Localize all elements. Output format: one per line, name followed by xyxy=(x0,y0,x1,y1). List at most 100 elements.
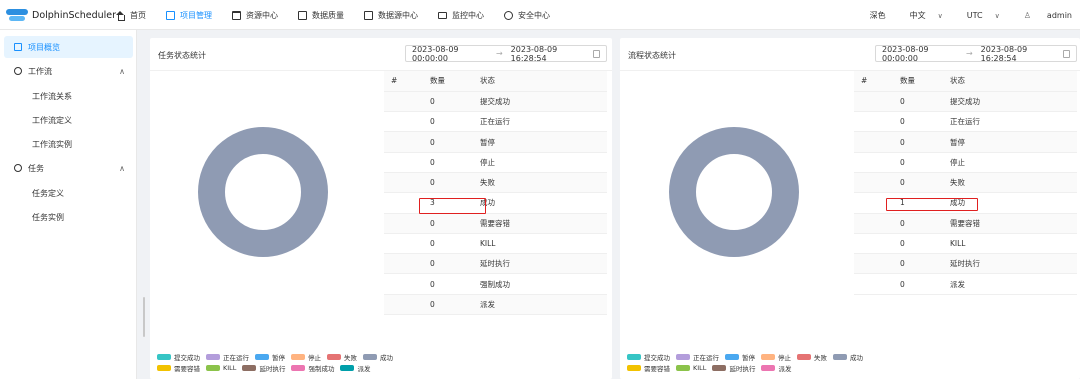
legend-swatch xyxy=(761,364,776,371)
sidebar-group-workflow[interactable]: 工作流 ∧ xyxy=(0,60,137,82)
nav-item-6[interactable]: 安全中心 xyxy=(504,10,550,21)
column-header: 数量 xyxy=(892,71,950,92)
state-cell: 暂停 xyxy=(950,131,1077,153)
sidebar-group-task[interactable]: 任务 ∧ xyxy=(0,157,137,179)
legend-item[interactable]: 失败 xyxy=(797,352,827,362)
legend-item[interactable]: 暂停 xyxy=(725,352,755,362)
column-header: 状态 xyxy=(950,71,1077,92)
legend-item[interactable]: 需要容错 xyxy=(157,363,200,373)
legend-item[interactable]: 停止 xyxy=(761,352,791,362)
arrow-right-icon: → xyxy=(495,49,503,58)
legend-item[interactable]: 提交成功 xyxy=(157,352,200,362)
user-icon: ♙ xyxy=(1023,10,1031,20)
legend-item[interactable]: 派发 xyxy=(340,363,370,373)
row-index-cell xyxy=(854,131,892,153)
nav-item-label: 数据源中心 xyxy=(378,10,418,20)
legend-label: 需要容错 xyxy=(644,364,670,373)
count-cell: 0 xyxy=(892,273,950,295)
legend-label: 暂停 xyxy=(742,353,755,362)
nav-item-4[interactable]: 数据源中心 xyxy=(364,10,418,21)
sidebar-item-workflow-definition[interactable]: 工作流定义 xyxy=(0,109,137,131)
sidebar-item-task-definition[interactable]: 任务定义 xyxy=(0,182,137,204)
legend-label: 强制成功 xyxy=(308,364,335,373)
count-cell: 0 xyxy=(422,152,480,173)
app-logo[interactable]: DolphinScheduler xyxy=(6,5,116,25)
sidebar-item-label: 工作流定义 xyxy=(32,115,72,125)
legend-item[interactable]: 正在运行 xyxy=(676,352,719,362)
count-cell: 0 xyxy=(892,111,950,133)
user-menu[interactable]: ♙ admin xyxy=(1012,11,1072,20)
state-cell: 停止 xyxy=(480,152,607,173)
task-date-range-picker[interactable]: 2023-08-09 00:00:00 → 2023-08-09 16:28:5… xyxy=(405,45,607,63)
state-cell: 提交成功 xyxy=(480,91,607,113)
date-start: 2023-08-09 00:00:00 xyxy=(882,44,929,63)
nav-item-3[interactable]: 数据质量 xyxy=(298,10,344,21)
nav-item-1[interactable]: 项目管理 xyxy=(166,10,212,21)
legend-swatch xyxy=(157,364,171,371)
legend-item[interactable]: 需要容错 xyxy=(627,363,670,373)
state-cell: 强制成功 xyxy=(480,273,607,295)
count-cell: 0 xyxy=(422,233,480,255)
language-label: 中文 xyxy=(909,10,926,20)
process-date-range-picker[interactable]: 2023-08-09 00:00:00 → 2023-08-09 16:28:5… xyxy=(875,44,1077,63)
table-row: 0 正在运行 xyxy=(384,111,607,133)
legend-row: 需要容错 KILL 延时执行 派发 xyxy=(627,362,869,373)
legend-swatch xyxy=(676,353,690,360)
legend-item[interactable]: 成功 xyxy=(833,352,863,362)
sidebar-item-workflow-relation[interactable]: 工作流关系 xyxy=(0,85,137,107)
legend-label: 延时执行 xyxy=(259,364,286,373)
legend-swatch xyxy=(712,364,727,371)
count-cell: 0 xyxy=(892,213,950,234)
row-index-cell xyxy=(854,152,892,173)
row-index-cell xyxy=(384,172,422,194)
highlight-box xyxy=(886,198,978,211)
legend-item[interactable]: 派发 xyxy=(761,363,791,373)
legend-swatch xyxy=(327,353,341,360)
count-cell: 0 xyxy=(422,273,480,295)
table-row: 0 需要容错 xyxy=(854,213,1077,234)
sidebar-item-label: 项目概览 xyxy=(28,42,60,52)
legend-item[interactable]: 暂停 xyxy=(255,352,285,362)
row-index-cell xyxy=(384,273,422,295)
state-cell: 失败 xyxy=(480,172,607,194)
language-select[interactable]: 中文 ∨ xyxy=(898,10,943,21)
sidebar-item-label: 任务定义 xyxy=(32,188,64,198)
legend-item[interactable]: KILL xyxy=(676,364,706,372)
legend-item[interactable]: 正在运行 xyxy=(206,352,249,362)
legend-swatch xyxy=(206,353,220,360)
row-index-cell xyxy=(854,172,892,194)
task-state-panel: 任务状态统计 2023-08-09 00:00:00 → 2023-08-09 … xyxy=(150,38,612,379)
top-bar: DolphinScheduler 首页 项目管理 资源中心 数据质量 数据源中心 监控中心… xyxy=(0,0,1080,30)
legend-label: 停止 xyxy=(308,353,321,362)
theme-switch[interactable]: 深色 xyxy=(870,10,886,21)
legend-swatch xyxy=(363,353,377,360)
table-row: 0 正在运行 xyxy=(854,111,1077,133)
legend-item[interactable]: 延时执行 xyxy=(712,363,755,373)
nav-item-label: 数据质量 xyxy=(312,10,344,20)
nav-item-5[interactable]: 监控中心 xyxy=(438,10,484,21)
legend-item[interactable]: 成功 xyxy=(363,352,393,362)
sidebar-item-task-instance[interactable]: 任务实例 xyxy=(0,206,137,228)
state-cell: 正在运行 xyxy=(950,111,1077,133)
home-icon xyxy=(116,10,125,21)
row-index-cell xyxy=(384,131,422,153)
legend-item[interactable]: KILL xyxy=(206,364,236,372)
state-cell: 成功 xyxy=(480,192,607,214)
sidebar-item-overview[interactable]: 项目概览 xyxy=(4,36,133,58)
timezone-select[interactable]: UTC ∨ xyxy=(955,11,1000,20)
sidebar-item-workflow-instance[interactable]: 工作流实例 xyxy=(0,133,137,155)
quality-icon xyxy=(298,10,307,20)
donut-slice-成功[interactable] xyxy=(669,127,799,257)
legend-item[interactable]: 停止 xyxy=(291,352,321,362)
legend-item[interactable]: 强制成功 xyxy=(291,363,334,373)
table-row: 0 延时执行 xyxy=(854,253,1077,275)
nav-item-0[interactable]: 首页 xyxy=(116,10,146,21)
legend-item[interactable]: 失败 xyxy=(327,352,357,362)
sidebar-scrollbar[interactable] xyxy=(143,297,145,337)
legend-item[interactable]: 延时执行 xyxy=(242,363,285,373)
legend-item[interactable]: 提交成功 xyxy=(627,352,670,362)
legend-label: KILL xyxy=(693,363,707,372)
donut-slice-成功[interactable] xyxy=(198,127,328,257)
table-row: 3 成功 xyxy=(384,192,607,214)
nav-item-2[interactable]: 资源中心 xyxy=(232,10,278,21)
